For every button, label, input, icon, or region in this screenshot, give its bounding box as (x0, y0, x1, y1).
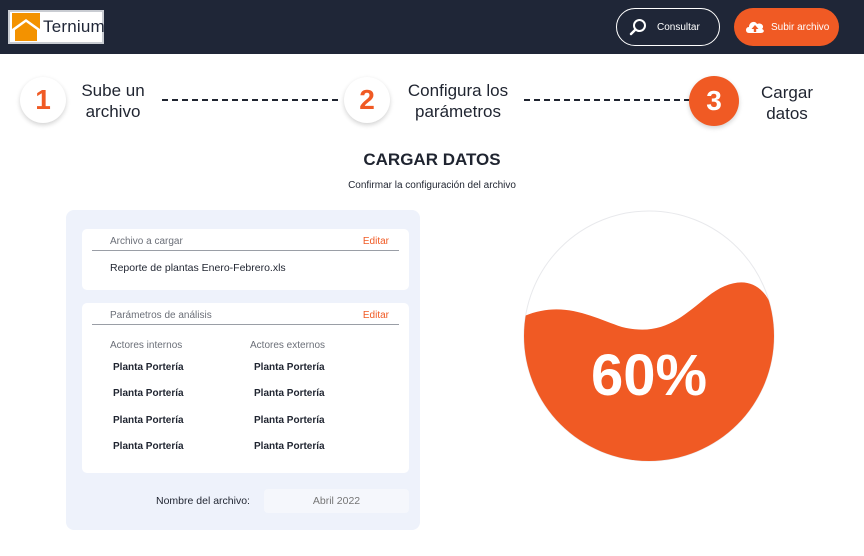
page-subtitle: Confirmar la configuración del archivo (348, 180, 516, 191)
step-3-line2: datos (766, 104, 808, 123)
consult-button[interactable]: Consultar (616, 8, 720, 46)
file-card-title: Archivo a cargar (110, 236, 183, 247)
parameters-card: Parámetros de análisis Editar Actores in… (82, 303, 409, 473)
upload-button-label: Subir archivo (771, 21, 830, 33)
upload-file-button[interactable]: Subir archivo (734, 8, 839, 46)
step-1-line1: Sube un (81, 81, 145, 100)
ternium-logo[interactable]: Ternium (8, 10, 105, 44)
external-actor-item: Planta Portería (254, 362, 325, 373)
internal-actor-item: Planta Portería (113, 415, 184, 426)
step-3-line1: Cargar (761, 83, 813, 102)
upload-progress-gauge (523, 210, 775, 462)
summary-panel: Archivo a cargar Editar Reporte de plant… (66, 210, 420, 530)
step-1-line2: archivo (85, 102, 141, 121)
internal-actor-item: Planta Portería (113, 388, 184, 399)
logo-house-icon (12, 13, 40, 41)
search-icon (629, 19, 646, 36)
step-1-label: Sube un archivo (70, 80, 156, 122)
step-2-line1: Configura los (407, 81, 509, 100)
step-3-label: Cargar datos (752, 82, 822, 124)
file-card: Archivo a cargar Editar Reporte de plant… (82, 229, 409, 290)
page-title: CARGAR DATOS (363, 150, 501, 169)
top-navbar: Ternium Consultar Subir archivo (0, 0, 864, 54)
step-connector-2 (524, 99, 690, 101)
edit-file-link[interactable]: Editar (363, 236, 389, 247)
step-1-circle: 1 (20, 77, 66, 123)
external-actor-item: Planta Portería (254, 388, 325, 399)
external-actor-item: Planta Portería (254, 415, 325, 426)
step-2-circle: 2 (344, 77, 390, 123)
internal-actor-item: Planta Portería (113, 441, 184, 452)
step-2-number: 2 (359, 84, 375, 115)
file-name-input[interactable] (264, 489, 409, 513)
parameters-card-title: Parámetros de análisis (110, 310, 212, 321)
step-2-line2: parámetros (415, 102, 501, 121)
internal-actor-item: Planta Portería (113, 362, 184, 373)
step-connector-1 (162, 99, 338, 101)
step-3-number: 3 (706, 85, 722, 116)
external-actor-item: Planta Portería (254, 441, 325, 452)
step-2-label: Configura los parámetros (398, 80, 518, 122)
parameters-card-header: Parámetros de análisis Editar (92, 303, 399, 325)
step-3-circle: 3 (689, 76, 739, 126)
edit-parameters-link[interactable]: Editar (363, 310, 389, 321)
cloud-upload-icon (746, 21, 764, 33)
step-1-number: 1 (35, 84, 51, 115)
consult-button-label: Consultar (657, 21, 700, 33)
selected-file-name: Reporte de plantas Enero-Febrero.xls (110, 262, 286, 274)
file-name-label: Nombre del archivo: (156, 495, 250, 507)
logo-text: Ternium (43, 17, 105, 36)
file-card-header: Archivo a cargar Editar (92, 229, 399, 251)
progress-percentage: 60% (590, 343, 708, 408)
external-actors-header: Actores externos (250, 340, 326, 351)
internal-actors-header: Actores internos (110, 340, 183, 351)
